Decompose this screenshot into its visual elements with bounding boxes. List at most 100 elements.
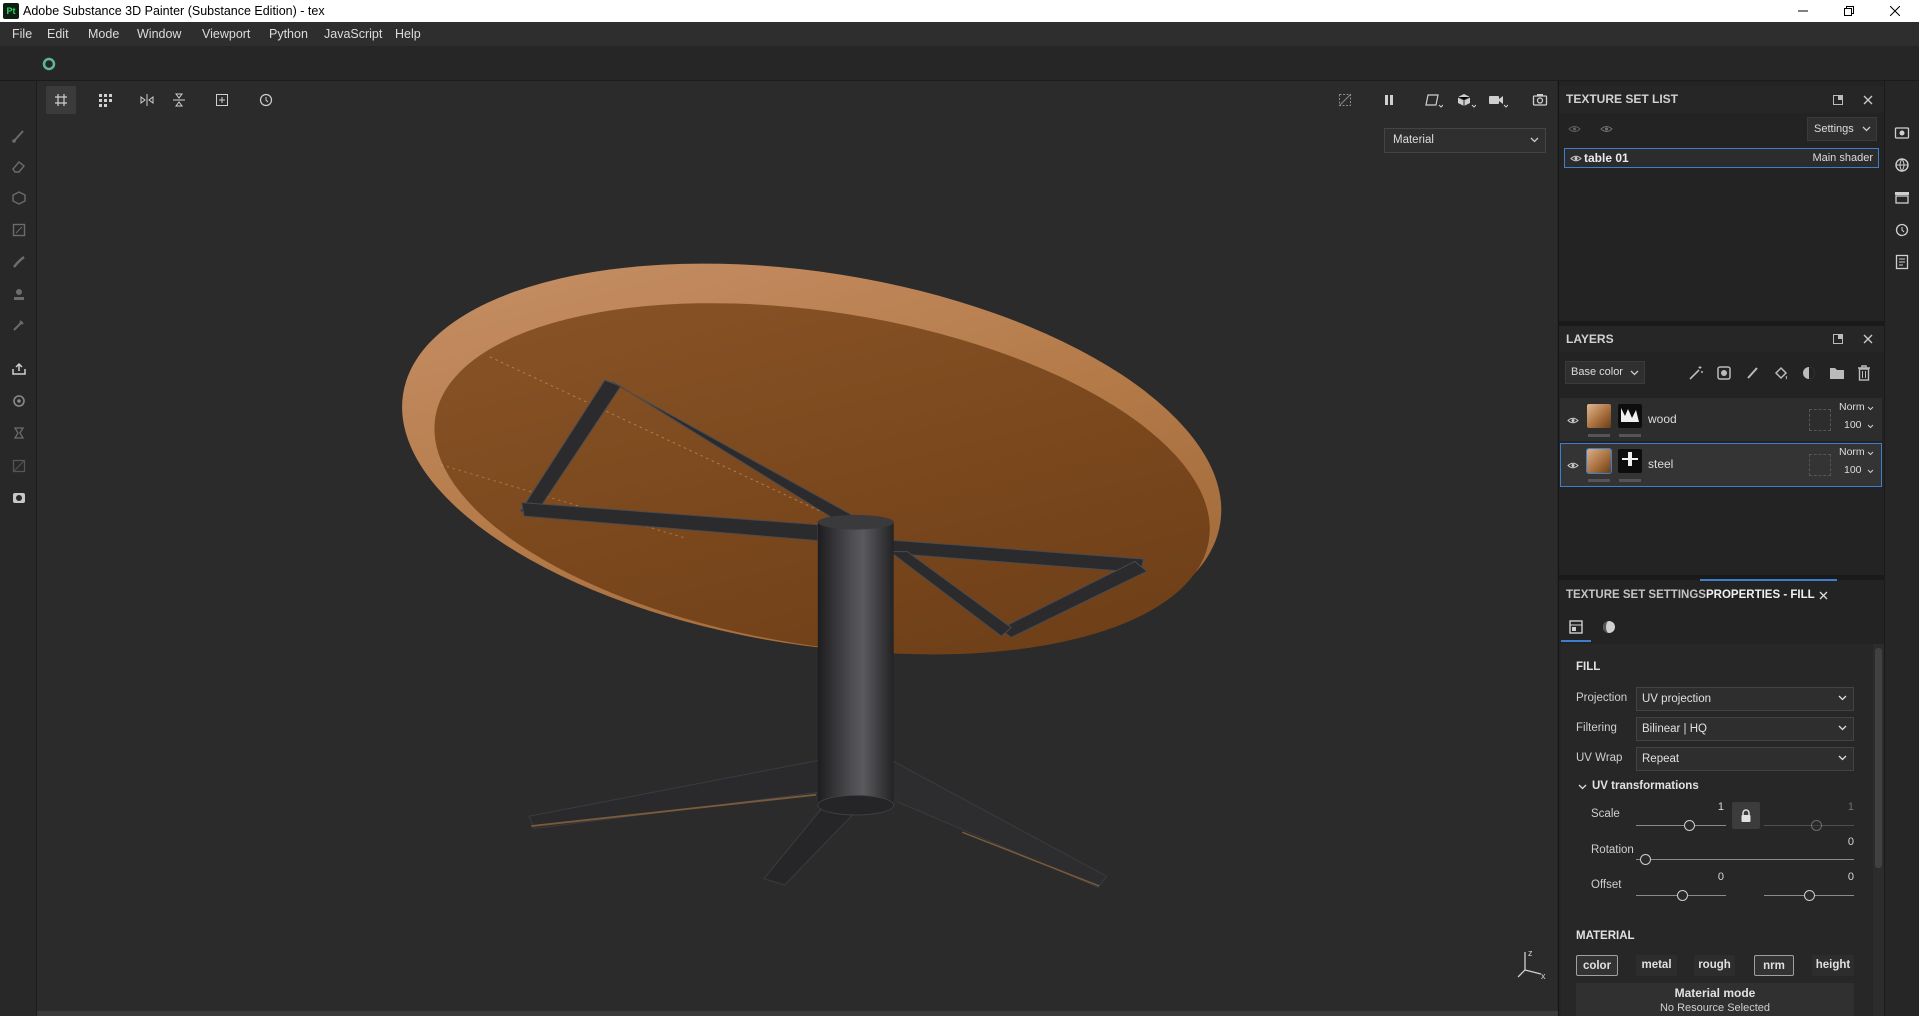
layer-row-wood[interactable]: wood Norm 100 [1560,398,1882,441]
material-channel-nrm-button[interactable]: nrm [1754,955,1794,976]
properties-scrollbar-thumb[interactable] [1875,648,1882,868]
3d-table-model[interactable] [37,118,1557,1011]
projection-icon[interactable] [9,188,29,208]
menu-help[interactable]: Help [395,22,421,46]
texture-set-shader[interactable]: Main shader [1812,149,1873,167]
menu-file[interactable]: File [12,22,32,46]
history-icon[interactable] [256,90,276,110]
minimize-icon[interactable] [1783,0,1823,22]
material-channel-color-button[interactable]: color [1576,955,1618,976]
menu-window[interactable]: Window [137,22,181,46]
close-panel-icon[interactable] [1860,331,1876,347]
close-panel-icon[interactable] [1860,92,1876,108]
layer-mask-thumbnail[interactable] [1618,404,1642,428]
tab-properties-fill[interactable]: PROPERTIES - FILL [1706,580,1815,610]
visibility-eye-icon[interactable] [1566,458,1580,472]
menu-viewport[interactable]: Viewport [202,22,250,46]
history-icon[interactable] [1892,220,1912,240]
uv-transformations-title[interactable]: UV transformations [1592,780,1699,792]
log-icon[interactable] [1892,252,1912,272]
add-view-icon[interactable] [212,90,232,110]
layer-name[interactable]: steel [1648,457,1673,471]
visibility-eye-icon[interactable] [1569,151,1583,165]
material-channel-metal-button[interactable]: metal [1636,955,1677,976]
offset-v-value[interactable]: 0 [1824,871,1854,883]
float-panel-icon[interactable] [1830,331,1846,347]
eye-off-icon[interactable] [1566,121,1582,137]
render-icon[interactable] [9,488,29,508]
restore-icon[interactable] [1829,0,1869,22]
scale-u-slider-handle[interactable] [1684,820,1695,831]
material-channel-rough-button[interactable]: rough [1694,955,1735,976]
sync-status-icon[interactable] [41,56,57,72]
rotation-slider-handle[interactable] [1640,854,1651,865]
float-panel-icon[interactable] [1830,92,1846,108]
offset-u-value[interactable]: 0 [1694,871,1724,883]
add-mask-icon[interactable] [1800,364,1818,382]
close-icon[interactable] [1875,0,1915,22]
hide-icon[interactable] [1335,90,1355,110]
projection-dropdown[interactable]: UV projection [1636,687,1854,711]
screenshot-icon[interactable] [1530,90,1550,110]
polygon-fill-icon[interactable] [9,220,29,240]
layer-geometry-mask-slot[interactable] [1809,454,1831,476]
eraser-icon[interactable] [9,156,29,176]
layer-blend-mode[interactable]: Norm [1839,446,1865,458]
texture-set-settings-dropdown[interactable]: Settings [1807,117,1877,141]
layer-mask-thumbnail[interactable] [1618,449,1642,473]
uv-wrap-dropdown[interactable]: Repeat [1636,747,1854,771]
symmetry-x-icon[interactable] [137,90,157,110]
paint-brush-icon[interactable] [9,126,29,146]
scale-lock-button[interactable] [1732,802,1760,829]
material-mode-slot[interactable]: Material mode No Resource Selected [1576,983,1854,1016]
smudge-icon[interactable] [9,252,29,272]
settings-icon[interactable] [9,391,29,411]
eye-icon[interactable] [1598,121,1614,137]
clone-stamp-icon[interactable] [9,285,29,305]
add-paint-layer-icon[interactable] [1744,364,1762,382]
layer-row-steel[interactable]: steel Norm 100 [1560,443,1882,487]
rotation-slider[interactable] [1636,859,1854,860]
environment-icon[interactable] [1892,155,1912,175]
2d-view-icon[interactable] [1421,90,1445,110]
fill-properties-icon[interactable] [1566,617,1586,637]
menu-python[interactable]: Python [269,22,308,46]
rotation-value[interactable]: 0 [1824,836,1854,848]
texture-set-item[interactable]: table 01 Main shader [1564,148,1879,168]
bake-icon[interactable] [9,423,29,443]
scale-u-slider[interactable] [1636,825,1726,826]
material-channel-height-button[interactable]: height [1812,955,1854,976]
visibility-eye-icon[interactable] [1566,413,1580,427]
layer-name[interactable]: wood [1648,412,1677,426]
export-icon[interactable] [9,359,29,379]
uv-tool-icon[interactable] [9,456,29,476]
close-tab-icon[interactable] [1816,588,1830,602]
pause-icon[interactable] [1379,90,1399,110]
add-fill-layer-icon[interactable] [1772,364,1790,382]
delete-icon[interactable] [1855,364,1873,382]
color-picker-icon[interactable] [9,315,29,335]
assets-icon[interactable] [1892,187,1912,207]
layer-thumbnail[interactable] [1587,404,1611,428]
scale-u-value[interactable]: 1 [1694,801,1724,813]
collapse-chevron-icon[interactable] [1577,781,1587,793]
material-sphere-icon[interactable] [1599,617,1619,637]
offset-u-slider-handle[interactable] [1677,890,1688,901]
tab-texture-set-settings[interactable]: TEXTURE SET SETTINGS [1566,580,1706,610]
3d-view-icon[interactable] [1454,90,1478,110]
magic-wand-icon[interactable] [1687,364,1705,382]
multi-grid-icon[interactable] [95,90,117,110]
menu-mode[interactable]: Mode [88,22,119,46]
offset-v-slider-handle[interactable] [1804,890,1815,901]
layer-opacity[interactable]: 100 [1844,464,1862,476]
add-effect-icon[interactable] [1715,364,1733,382]
layer-opacity[interactable]: 100 [1844,419,1862,431]
grid-view-icon[interactable] [51,90,71,110]
menu-edit[interactable]: Edit [47,22,69,46]
layer-blend-mode[interactable]: Norm [1839,401,1865,413]
camera-icon[interactable] [1486,90,1510,110]
display-settings-icon[interactable] [1892,123,1912,143]
layer-channel-dropdown[interactable]: Base color [1565,361,1645,384]
symmetry-y-icon[interactable] [169,90,189,110]
filtering-dropdown[interactable]: Bilinear | HQ [1636,717,1854,741]
